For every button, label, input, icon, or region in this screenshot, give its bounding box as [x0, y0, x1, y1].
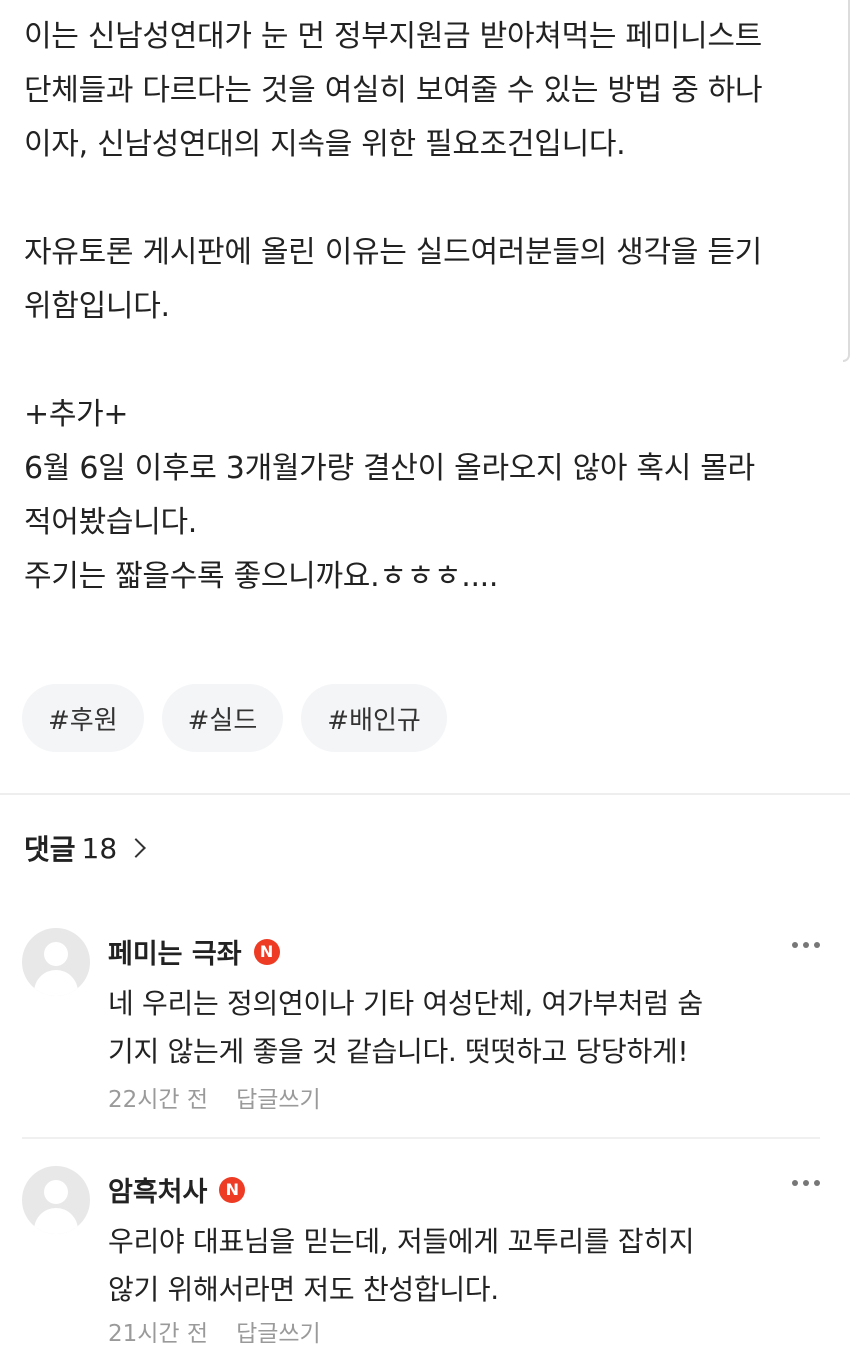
reply-button[interactable]: 답글쓰기 — [236, 1080, 321, 1114]
paragraph-3: +추가+ 6월 6일 이후로 3개월가량 결산이 올라오지 않아 혹시 몰라 적… — [24, 388, 829, 604]
comment-author[interactable]: 페미는 극좌 — [108, 932, 242, 971]
comment-text: 우리야 대표님을 믿는데, 저들에게 꼬투리를 잡히지 않기 위해서라면 저도 … — [108, 1218, 808, 1314]
more-icon[interactable] — [792, 942, 820, 948]
comments-title: 댓글 — [24, 833, 76, 866]
comment-time: 21시간 전 — [108, 1321, 209, 1347]
text-line: 이자, 신남성연대의 지속을 위한 필요조건입니다. — [24, 127, 626, 162]
comment-item: 페미는 극좌 N 네 우리는 정의연이나 기타 여성단체, 여가부처럼 숨 기지… — [22, 928, 832, 1118]
tag-chip[interactable]: #배인규 — [301, 684, 447, 752]
comment-item: 암흑처사 N 우리야 대표님을 믿는데, 저들에게 꼬투리를 잡히지 않기 위해… — [22, 1166, 832, 1357]
page: 이는 신남성연대가 눈 먼 정부지원금 받아쳐먹는 페미니스트 단체들과 다르다… — [0, 0, 850, 1357]
text-line: 6월 6일 이후로 3개월가량 결산이 올라오지 않아 혹시 몰라 — [24, 451, 755, 486]
comment-line: 기지 않는게 좋을 것 같습니다. 떳떳하고 당당하게! — [108, 1035, 689, 1068]
comment-line: 않기 위해서라면 저도 찬성합니다. — [108, 1273, 499, 1306]
comment-header: 암흑처사 N — [108, 1170, 246, 1209]
article-body: 이는 신남성연대가 눈 먼 정부지원금 받아쳐먹는 페미니스트 단체들과 다르다… — [24, 10, 829, 604]
reply-button[interactable]: 답글쓰기 — [236, 1314, 321, 1348]
text-line: 적어봤습니다. — [24, 505, 198, 540]
comment-divider — [22, 1137, 820, 1139]
comment-text: 네 우리는 정의연이나 기타 여성단체, 여가부처럼 숨 기지 않는게 좋을 것… — [108, 980, 808, 1076]
new-badge: N — [219, 1176, 246, 1203]
new-badge: N — [253, 938, 280, 965]
text-line: 위함입니다. — [24, 289, 170, 324]
tag-list: #후원 #실드 #배인규 — [22, 684, 447, 752]
text-line: 이는 신남성연대가 눈 먼 정부지원금 받아쳐먹는 페미니스트 — [24, 19, 762, 54]
comment-meta: 21시간 전 답글쓰기 — [108, 1314, 321, 1348]
text-line: 단체들과 다르다는 것을 여실히 보여줄 수 있는 방법 중 하나 — [24, 73, 763, 108]
chevron-right-icon — [126, 838, 147, 858]
scroll-indicator — [843, 0, 850, 362]
tag-chip[interactable]: #후원 — [22, 684, 144, 752]
comment-line: 네 우리는 정의연이나 기타 여성단체, 여가부처럼 숨 — [108, 987, 703, 1020]
text-line: 자유토론 게시판에 올린 이유는 실드여러분들의 생각을 듣기 — [24, 235, 762, 270]
comments-count: 18 — [81, 831, 118, 865]
comments-header[interactable]: 댓글 18 — [24, 828, 147, 868]
comment-time: 22시간 전 — [108, 1087, 209, 1113]
avatar-placeholder-icon[interactable] — [22, 1166, 90, 1234]
avatar-placeholder-icon[interactable] — [22, 928, 90, 996]
paragraph-1: 이는 신남성연대가 눈 먼 정부지원금 받아쳐먹는 페미니스트 단체들과 다르다… — [24, 10, 829, 172]
section-divider — [0, 793, 850, 795]
comment-author[interactable]: 암흑처사 — [108, 1170, 207, 1209]
comment-meta: 22시간 전 답글쓰기 — [108, 1080, 321, 1114]
text-line: 주기는 짧을수록 좋으니까요.ㅎㅎㅎ.... — [24, 559, 499, 594]
comment-line: 우리야 대표님을 믿는데, 저들에게 꼬투리를 잡히지 — [108, 1225, 695, 1258]
text-line: +추가+ — [24, 397, 129, 432]
comment-header: 페미는 극좌 N — [108, 932, 280, 971]
paragraph-2: 자유토론 게시판에 올린 이유는 실드여러분들의 생각을 듣기 위함입니다. — [24, 226, 829, 334]
more-icon[interactable] — [792, 1180, 820, 1186]
tag-chip[interactable]: #실드 — [161, 684, 284, 752]
